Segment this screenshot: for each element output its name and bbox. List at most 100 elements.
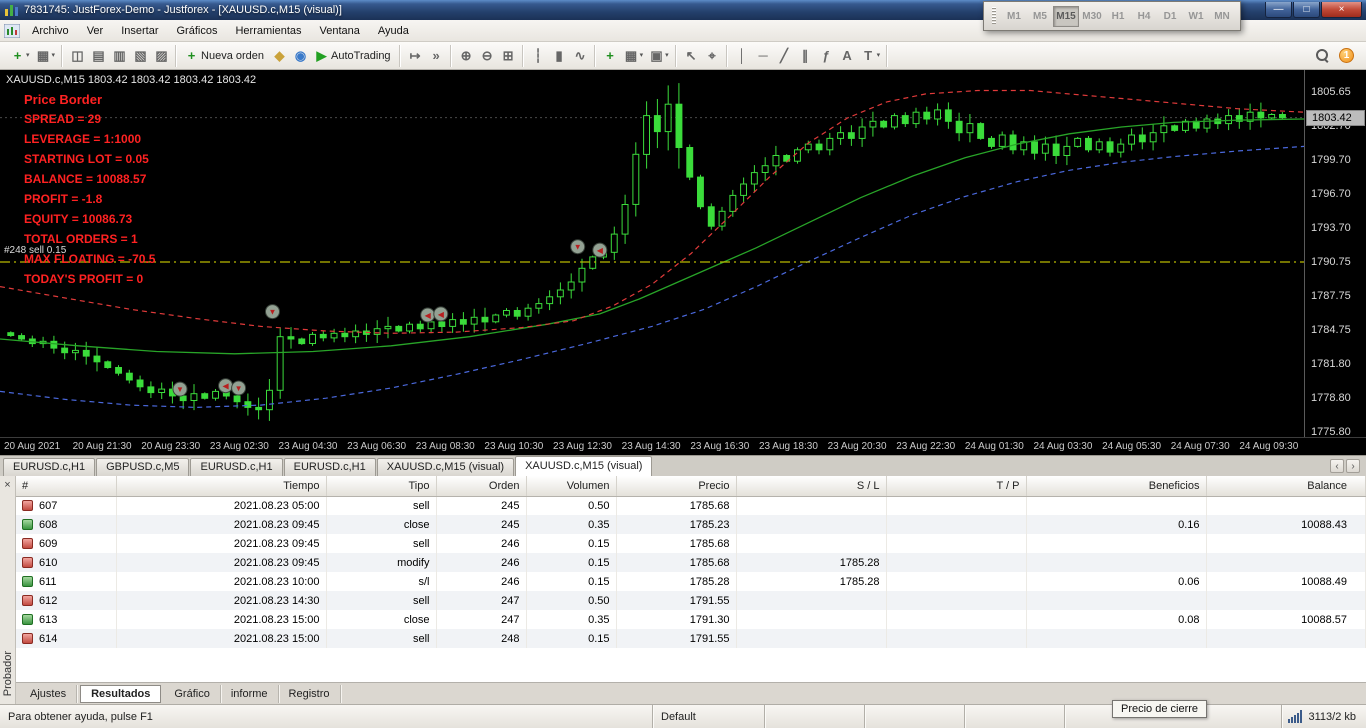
cell: sell	[326, 534, 437, 553]
table-row[interactable]: 612 2021.08.23 14:30 sell 247 0.50 1791.55	[16, 591, 1366, 610]
tabs-scroll-left-button[interactable]: ‹	[1330, 459, 1344, 473]
search-button[interactable]	[1313, 46, 1332, 65]
cell: 1785.68	[616, 553, 737, 572]
market-watch-button[interactable]: ◫	[67, 45, 88, 67]
table-row[interactable]: 610 2021.08.23 09:45 modify 246 0.15 1785.68 1…	[16, 553, 1366, 572]
menu-archivo[interactable]: Archivo	[23, 22, 78, 40]
column-header-tiempo[interactable]: Tiempo	[116, 476, 327, 497]
autotrading-label: AutoTrading	[331, 49, 391, 62]
table-row[interactable]: 614 2021.08.23 15:00 sell 248 0.15 1791.55	[16, 629, 1366, 648]
column-header-tipo[interactable]: Tipo	[326, 476, 437, 497]
horizontal-line-button[interactable]: ─	[753, 45, 774, 67]
tabs-scroll-right-button[interactable]: ›	[1346, 459, 1360, 473]
terminal-button[interactable]: ▧	[130, 45, 151, 67]
strategy-tester-button[interactable]: ▨	[151, 45, 172, 67]
signals-button[interactable]: ◉	[290, 45, 311, 67]
table-row[interactable]: 608 2021.08.23 09:45 close 245 0.35 1785.23 0.…	[16, 515, 1366, 534]
profiles-button[interactable]: ▦ ▾	[33, 45, 59, 67]
svg-text:▼: ▼	[235, 384, 243, 393]
table-row[interactable]: 613 2021.08.23 15:00 close 247 0.35 1791.30 0.…	[16, 610, 1366, 629]
fibonacci-button[interactable]: ƒ	[816, 45, 837, 67]
templates-button[interactable]: ▣ ▾	[646, 45, 672, 67]
chart-tab[interactable]: EURUSD.c,H1	[283, 458, 376, 476]
cell: 1785.68	[616, 496, 737, 515]
cell: 0.15	[526, 553, 617, 572]
periods-button[interactable]: ▦ ▾	[621, 45, 647, 67]
timeframe-h4-button[interactable]: H4	[1131, 6, 1157, 27]
price-scale[interactable]: 1805.65 1802.70 1799.70 1796.70 1793.70 1790.…	[1305, 70, 1366, 438]
minimize-button[interactable]: —	[1265, 2, 1292, 18]
timeframe-w1-button[interactable]: W1	[1183, 6, 1209, 27]
text-tool-button[interactable]: A	[837, 45, 858, 67]
timeframe-m30-button[interactable]: M30	[1079, 6, 1105, 27]
zoom-in-button[interactable]: ⊕	[456, 45, 477, 67]
arrow-tools-dropdown-icon: ▾	[876, 51, 881, 59]
arrow-tools-button[interactable]: T ▾	[858, 45, 884, 67]
table-row[interactable]: 609 2021.08.23 09:45 sell 246 0.15 1785.68	[16, 534, 1366, 553]
new-chart-button[interactable]: + ▾	[7, 45, 33, 67]
vertical-line-button[interactable]: │	[732, 45, 753, 67]
tester-tab-informe[interactable]: informe	[221, 684, 279, 703]
chart-tab[interactable]: EURUSD.c,H1	[3, 458, 96, 476]
menu-ayuda[interactable]: Ayuda	[369, 22, 418, 40]
column-header-volumen[interactable]: Volumen	[526, 476, 617, 497]
signals-icon: ◉	[294, 47, 307, 63]
column-header-balance[interactable]: Balance	[1206, 476, 1366, 497]
tester-tab-grfico[interactable]: Gráfico	[164, 684, 221, 703]
close-panel-button[interactable]: ×	[4, 479, 10, 491]
line-chart-mode-button[interactable]: ∿	[570, 45, 591, 67]
column-header-precio[interactable]: Precio	[616, 476, 737, 497]
crosshair-button[interactable]: ⌖	[702, 45, 723, 67]
column-header-tp[interactable]: T / P	[886, 476, 1027, 497]
restore-button[interactable]: □	[1293, 2, 1320, 18]
autotrading-button[interactable]: ▶ AutoTrading	[311, 45, 396, 67]
current-price-box: 1803.42	[1306, 109, 1365, 126]
cursor-button[interactable]: ↖	[681, 45, 702, 67]
timeframe-m5-button[interactable]: M5	[1027, 6, 1053, 27]
chart-shift-button[interactable]: ↦	[405, 45, 426, 67]
data-window-button[interactable]: ▤	[88, 45, 109, 67]
toolbar-grip[interactable]	[992, 7, 996, 25]
menu-ventana[interactable]: Ventana	[311, 22, 369, 40]
column-header-#[interactable]: #	[16, 476, 117, 497]
menu-herramientas[interactable]: Herramientas	[226, 22, 310, 40]
chart-tab[interactable]: GBPUSD.c,M5	[96, 458, 190, 476]
trendline-button[interactable]: ╱	[774, 45, 795, 67]
indicators-button[interactable]: +	[600, 45, 621, 67]
trendline-icon: ╱	[780, 47, 788, 63]
new-order-button[interactable]: + Nueva orden	[181, 45, 269, 67]
tester-tab-ajustes[interactable]: Ajustes	[20, 684, 78, 703]
chart-window-icon[interactable]	[3, 23, 21, 38]
channel-button[interactable]: ∥	[795, 45, 816, 67]
menu-ver[interactable]: Ver	[78, 22, 113, 40]
tester-tab-resultados[interactable]: Resultados	[80, 684, 162, 703]
chart-tab[interactable]: EURUSD.c,H1	[190, 458, 283, 476]
column-header-sl[interactable]: S / L	[736, 476, 887, 497]
price-chart[interactable]: ▼ ◀ ▼ ▼ ◀ ◀ ▼ ◀	[0, 70, 1304, 437]
close-button[interactable]: ×	[1321, 2, 1362, 18]
zoom-out-button[interactable]: ⊖	[477, 45, 498, 67]
chart-tab-active[interactable]: XAUUSD.c,M15 (visual)	[515, 456, 653, 476]
tile-windows-button[interactable]: ⊞	[498, 45, 519, 67]
timeframe-h1-button[interactable]: H1	[1105, 6, 1131, 27]
candlestick-mode-button[interactable]: ▮	[549, 45, 570, 67]
menu-grficos[interactable]: Gráficos	[168, 22, 227, 40]
table-row[interactable]: 611 2021.08.23 10:00 s/l 246 0.15 1785.28 1785…	[16, 572, 1366, 591]
timeframe-m15-button[interactable]: M15	[1053, 5, 1079, 27]
time-axis[interactable]: 20 Aug 2021 20 Aug 21:30 20 Aug 23:30 23 Au…	[0, 437, 1366, 455]
timeframe-mn-button[interactable]: MN	[1209, 6, 1235, 27]
chart-tab[interactable]: XAUUSD.c,M15 (visual)	[376, 458, 515, 476]
notifications-badge[interactable]: 1	[1339, 48, 1354, 63]
timeframe-m1-button[interactable]: M1	[1001, 6, 1027, 27]
metaeditor-button[interactable]: ◆	[269, 45, 290, 67]
navigator-button[interactable]: ▥	[109, 45, 130, 67]
bar-chart-mode-button[interactable]: ┆	[528, 45, 549, 67]
timeframe-d1-button[interactable]: D1	[1157, 6, 1183, 27]
column-header-orden[interactable]: Orden	[436, 476, 527, 497]
auto-scroll-button[interactable]: »	[426, 45, 447, 67]
tester-tab-registro[interactable]: Registro	[279, 684, 341, 703]
profile-selector[interactable]: Default	[652, 705, 764, 728]
menu-insertar[interactable]: Insertar	[112, 22, 167, 40]
table-row[interactable]: 607 2021.08.23 05:00 sell 245 0.50 1785.68	[16, 496, 1366, 515]
column-header-beneficios[interactable]: Beneficios	[1026, 476, 1207, 497]
